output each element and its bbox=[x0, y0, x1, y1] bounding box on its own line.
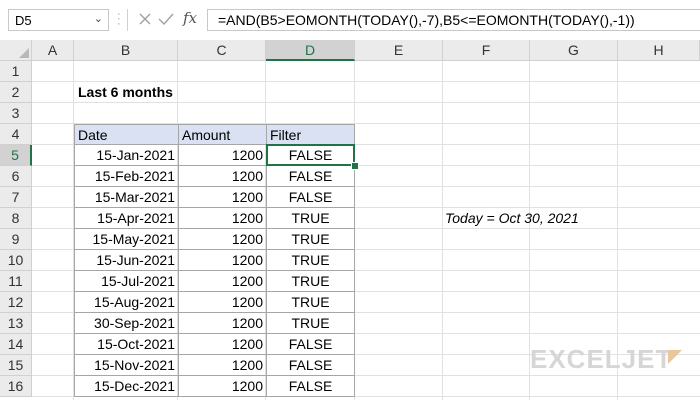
filter-cell[interactable]: TRUE bbox=[266, 229, 355, 250]
date-cell[interactable]: 15-Jun-2021 bbox=[74, 250, 179, 271]
amount-cell[interactable]: 1200 bbox=[178, 229, 267, 250]
logo-mark-icon bbox=[668, 350, 682, 364]
row-header-7[interactable]: 7 bbox=[0, 187, 32, 208]
column-header-h[interactable]: H bbox=[618, 40, 700, 61]
sheet-title[interactable]: Last 6 months bbox=[78, 82, 278, 103]
filter-cell[interactable]: TRUE bbox=[266, 292, 355, 313]
row-header-12[interactable]: 12 bbox=[0, 292, 32, 313]
formula-input[interactable]: =AND(B5>EOMONTH(TODAY(),-7),B5<=EOMONTH(… bbox=[207, 9, 700, 31]
fill-handle[interactable] bbox=[351, 162, 359, 170]
row-header-10[interactable]: 10 bbox=[0, 250, 32, 271]
filter-cell[interactable]: FALSE bbox=[266, 355, 355, 376]
row-header-14[interactable]: 14 bbox=[0, 334, 32, 355]
name-box-value: D5 bbox=[15, 13, 32, 28]
header-date[interactable]: Date bbox=[74, 124, 179, 145]
insert-function-button[interactable]: fx bbox=[183, 9, 197, 27]
date-cell[interactable]: 15-Apr-2021 bbox=[74, 208, 179, 229]
row-header-9[interactable]: 9 bbox=[0, 229, 32, 250]
enter-icon[interactable] bbox=[157, 11, 175, 27]
row-header-6[interactable]: 6 bbox=[0, 166, 32, 187]
filter-cell[interactable]: FALSE bbox=[266, 187, 355, 208]
date-cell[interactable]: 30-Sep-2021 bbox=[74, 313, 179, 334]
column-header-a[interactable]: A bbox=[32, 40, 74, 61]
column-header-d[interactable]: D bbox=[266, 40, 355, 61]
date-cell[interactable]: 15-Oct-2021 bbox=[74, 334, 179, 355]
amount-cell[interactable]: 1200 bbox=[178, 208, 267, 229]
filter-cell[interactable]: TRUE bbox=[266, 313, 355, 334]
row-header-1[interactable]: 1 bbox=[0, 61, 32, 82]
filter-cell[interactable]: TRUE bbox=[266, 208, 355, 229]
amount-cell[interactable]: 1200 bbox=[178, 166, 267, 187]
filter-cell[interactable]: FALSE bbox=[266, 376, 355, 397]
row-header-2[interactable]: 2 bbox=[0, 82, 32, 103]
row-header-15[interactable]: 15 bbox=[0, 355, 32, 376]
row-header-8[interactable]: 8 bbox=[0, 208, 32, 229]
filter-cell[interactable]: TRUE bbox=[266, 271, 355, 292]
header-amount[interactable]: Amount bbox=[178, 124, 267, 145]
date-cell[interactable]: 15-Aug-2021 bbox=[74, 292, 179, 313]
drag-handle-icon[interactable]: · · · bbox=[117, 9, 121, 30]
select-all-button[interactable] bbox=[0, 40, 32, 61]
amount-cell[interactable]: 1200 bbox=[178, 271, 267, 292]
row-header-11[interactable]: 11 bbox=[0, 271, 32, 292]
column-header-f[interactable]: F bbox=[443, 40, 530, 61]
date-cell[interactable]: 15-May-2021 bbox=[74, 229, 179, 250]
date-cell[interactable]: 15-Nov-2021 bbox=[74, 355, 179, 376]
cancel-icon[interactable] bbox=[137, 11, 153, 27]
chevron-down-icon[interactable]: ⌄ bbox=[94, 12, 103, 25]
date-cell[interactable]: 15-Jul-2021 bbox=[74, 271, 179, 292]
name-box[interactable]: D5 ⌄ bbox=[8, 9, 109, 31]
row-header-13[interactable]: 13 bbox=[0, 313, 32, 334]
date-cell[interactable]: 15-Dec-2021 bbox=[74, 376, 179, 397]
active-cell-border bbox=[266, 144, 355, 166]
row-header-3[interactable]: 3 bbox=[0, 103, 32, 124]
date-cell[interactable]: 15-Feb-2021 bbox=[74, 166, 179, 187]
amount-cell[interactable]: 1200 bbox=[178, 187, 267, 208]
amount-cell[interactable]: 1200 bbox=[178, 250, 267, 271]
amount-cell[interactable]: 1200 bbox=[178, 145, 267, 166]
date-cell[interactable]: 15-Mar-2021 bbox=[74, 187, 179, 208]
amount-cell[interactable]: 1200 bbox=[178, 334, 267, 355]
select-all-icon bbox=[19, 48, 29, 58]
amount-cell[interactable]: 1200 bbox=[178, 355, 267, 376]
divider bbox=[127, 9, 128, 31]
column-header-b[interactable]: B bbox=[74, 40, 178, 61]
filter-cell[interactable]: FALSE bbox=[266, 334, 355, 355]
column-header-g[interactable]: G bbox=[530, 40, 618, 61]
exceljet-logo: EXCELJET bbox=[530, 344, 673, 374]
header-filter[interactable]: Filter bbox=[266, 124, 355, 145]
formula-actions: fx bbox=[131, 9, 205, 31]
formula-text: =AND(B5>EOMONTH(TODAY(),-7),B5<=EOMONTH(… bbox=[218, 12, 635, 28]
column-header-c[interactable]: C bbox=[178, 40, 266, 61]
amount-cell[interactable]: 1200 bbox=[178, 376, 267, 397]
filter-cell[interactable]: FALSE bbox=[266, 166, 355, 187]
formula-bar: D5 ⌄ · · · fx =AND(B5>EOMONTH(TODAY(),-7),… bbox=[0, 0, 700, 40]
row-header-16[interactable]: 16 bbox=[0, 376, 32, 397]
column-header-e[interactable]: E bbox=[355, 40, 443, 61]
row-header-5[interactable]: 5 bbox=[0, 145, 32, 166]
row-header-4[interactable]: 4 bbox=[0, 124, 32, 145]
today-note[interactable]: Today = Oct 30, 2021 bbox=[445, 208, 645, 229]
amount-cell[interactable]: 1200 bbox=[178, 292, 267, 313]
amount-cell[interactable]: 1200 bbox=[178, 313, 267, 334]
filter-cell[interactable]: TRUE bbox=[266, 250, 355, 271]
date-cell[interactable]: 15-Jan-2021 bbox=[74, 145, 179, 166]
